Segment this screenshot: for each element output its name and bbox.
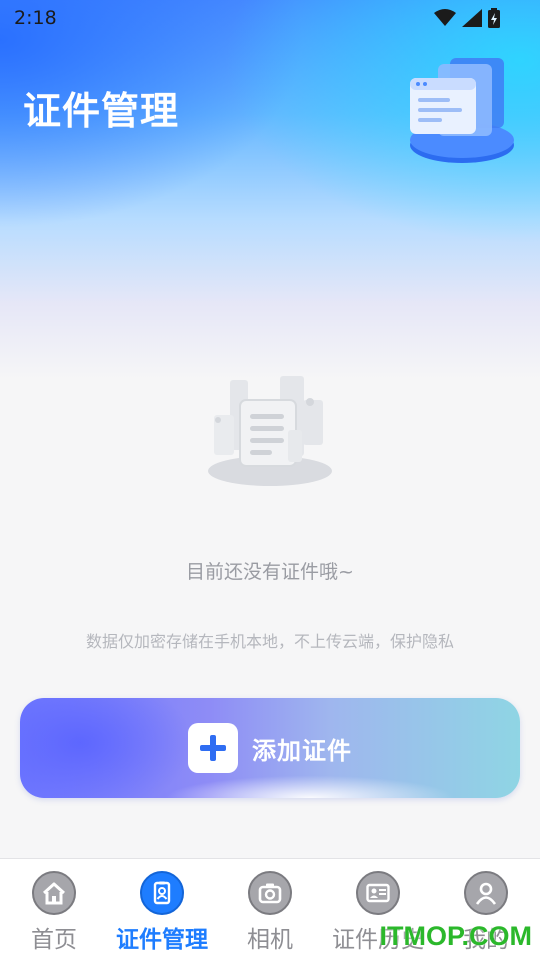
page-title: 证件管理 bbox=[23, 89, 180, 133]
tab-document-management[interactable]: 证件管理 bbox=[108, 871, 216, 961]
tab-camera[interactable]: 相机 bbox=[216, 871, 324, 961]
privacy-note: 数据仅加密存储在手机本地，不上传云端，保护隐私 bbox=[85, 632, 454, 651]
documents-illustration bbox=[410, 58, 514, 163]
plus-icon bbox=[188, 723, 238, 773]
add-document-label: 添加证件 bbox=[252, 736, 352, 765]
home-icon bbox=[32, 871, 76, 915]
status-time: 2:18 bbox=[14, 7, 57, 29]
empty-documents-illustration bbox=[208, 376, 332, 486]
tab-document-management-label: 证件管理 bbox=[116, 927, 208, 953]
status-icons bbox=[434, 8, 500, 28]
user-icon bbox=[464, 871, 508, 915]
status-bar: 2:18 bbox=[0, 0, 540, 36]
tab-home[interactable]: 首页 bbox=[0, 871, 108, 961]
battery-icon bbox=[488, 8, 500, 28]
camera-icon bbox=[248, 871, 292, 915]
wifi-icon bbox=[434, 9, 456, 26]
watermark: ITMOP.COM bbox=[379, 921, 532, 951]
id-card-icon bbox=[356, 871, 400, 915]
tab-camera-label: 相机 bbox=[247, 927, 293, 953]
add-document-button[interactable]: 添加证件 bbox=[20, 698, 520, 798]
id-badge-icon bbox=[140, 871, 184, 915]
tab-home-label: 首页 bbox=[31, 927, 77, 953]
signal-icon bbox=[462, 9, 482, 27]
empty-state-message: 目前还没有证件哦~ bbox=[186, 561, 354, 583]
